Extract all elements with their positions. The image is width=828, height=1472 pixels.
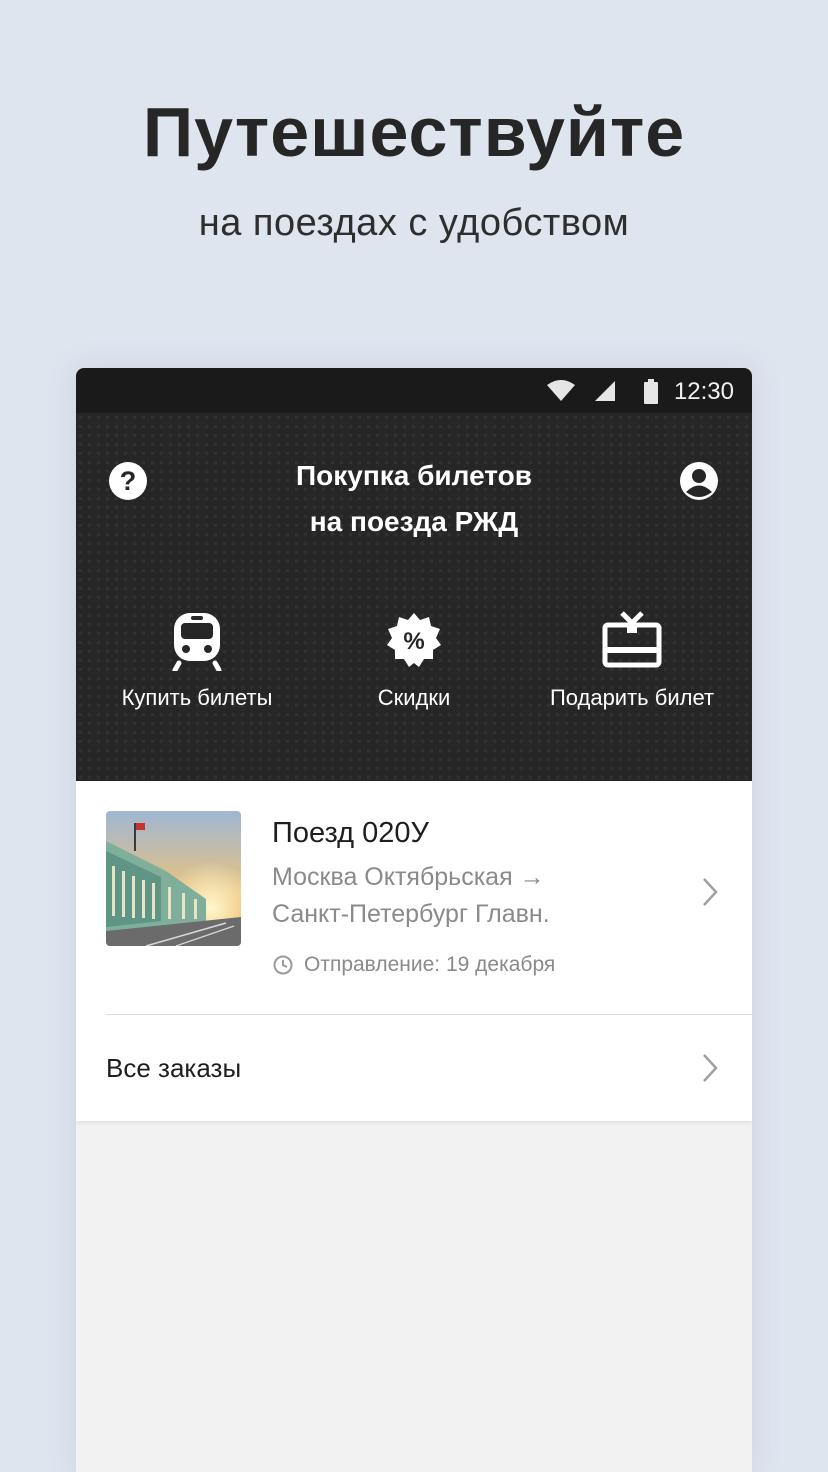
gift-ticket-button[interactable]: Подарить билет xyxy=(519,611,745,711)
discounts-label: Скидки xyxy=(377,685,451,710)
discount-icon: % xyxy=(387,613,441,667)
promo-title: Путешествуйте xyxy=(142,93,686,171)
status-bar: 12:30 xyxy=(76,368,752,413)
all-orders-row[interactable]: Все заказы xyxy=(76,1015,752,1121)
trip-route-to: Санкт-Петербург Главн. xyxy=(272,900,550,928)
trip-thumbnail-image xyxy=(106,811,241,946)
all-orders-label: Все заказы xyxy=(106,1053,242,1083)
status-time: 12:30 xyxy=(673,378,734,405)
help-icon[interactable]: ? xyxy=(106,459,150,503)
header-title-line1: Покупка билетов xyxy=(296,460,532,491)
train-icon xyxy=(172,613,222,671)
svg-text:?: ? xyxy=(120,466,137,496)
trip-departure: Отправление: 19 декабря xyxy=(272,953,555,977)
discounts-button[interactable]: % Скидки xyxy=(301,611,527,711)
chevron-right-icon xyxy=(703,1054,718,1082)
trip-route-from: Москва Октябрьская → xyxy=(272,863,545,891)
trip-departure-text: Отправление: 19 декабря xyxy=(304,953,556,976)
trip-title: Поезд 020У xyxy=(272,817,429,849)
header-title: Покупка билетов на поезда РЖД xyxy=(236,453,592,545)
account-icon[interactable] xyxy=(677,459,721,503)
trip-item[interactable]: Поезд 020У Москва Октябрьская → Санкт-Пе… xyxy=(76,781,752,1014)
header-title-line2: на поезда РЖД xyxy=(309,506,519,537)
gift-icon xyxy=(602,611,662,668)
phone-screen: 12:30 ? Покупка билетов на поезда РЖД Ку… xyxy=(76,368,752,1472)
battery-icon xyxy=(644,379,658,404)
clock-icon xyxy=(273,955,293,975)
buy-tickets-label: Купить билеты xyxy=(121,685,273,710)
app-header: ? Покупка билетов на поезда РЖД Купить б… xyxy=(76,413,752,781)
wifi-icon xyxy=(547,380,575,401)
promo-subtitle: на поездах с удобством xyxy=(198,202,630,244)
orders-card: Поезд 020У Москва Октябрьская → Санкт-Пе… xyxy=(76,781,752,1121)
gift-ticket-label: Подарить билет xyxy=(549,685,715,710)
signal-icon xyxy=(595,381,615,401)
svg-text:%: % xyxy=(403,628,424,655)
trip-route: Москва Октябрьская → Санкт-Петербург Гла… xyxy=(272,859,672,933)
chevron-right-icon xyxy=(703,878,718,906)
buy-tickets-button[interactable]: Купить билеты xyxy=(84,611,310,711)
